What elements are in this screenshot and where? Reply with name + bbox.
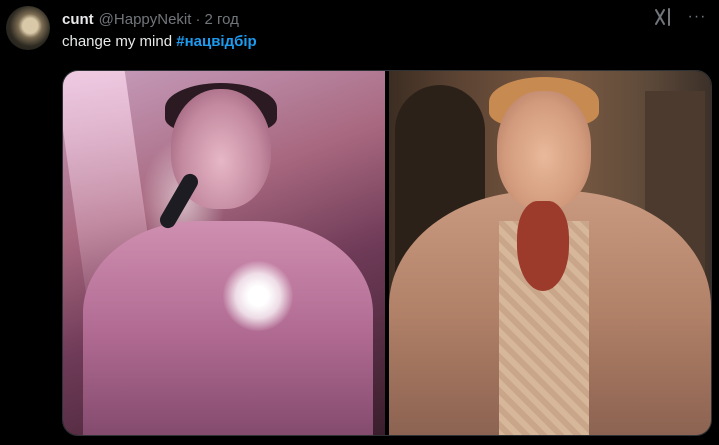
photo-left[interactable] <box>63 71 385 435</box>
separator-dot: · <box>195 10 201 28</box>
grok-icon <box>655 8 670 26</box>
timestamp[interactable]: 2 год <box>204 11 238 28</box>
profile-avatar[interactable] <box>6 6 50 50</box>
more-options-button[interactable]: ··· <box>684 4 710 30</box>
more-options-icon: ··· <box>687 8 707 25</box>
red-cravat <box>517 201 569 291</box>
pink-jacket <box>83 221 373 435</box>
user-handle[interactable]: @HappyNekit <box>99 11 192 28</box>
tweet-card[interactable]: cunt @HappyNekit · 2 год ··· change my m… <box>0 0 719 445</box>
white-flower-brooch <box>223 261 293 331</box>
hashtag-link[interactable]: #нацвідбір <box>176 33 256 50</box>
tweet-body: change my mind <box>62 33 173 50</box>
tweet-text: change my mind #нацвідбір <box>62 33 257 50</box>
grok-button[interactable] <box>650 4 676 30</box>
man-face <box>497 91 591 209</box>
photo-right[interactable] <box>389 71 711 435</box>
media-grid <box>62 70 712 436</box>
display-name[interactable]: cunt <box>62 11 94 28</box>
tweet-header: cunt @HappyNekit · 2 год <box>62 8 239 30</box>
